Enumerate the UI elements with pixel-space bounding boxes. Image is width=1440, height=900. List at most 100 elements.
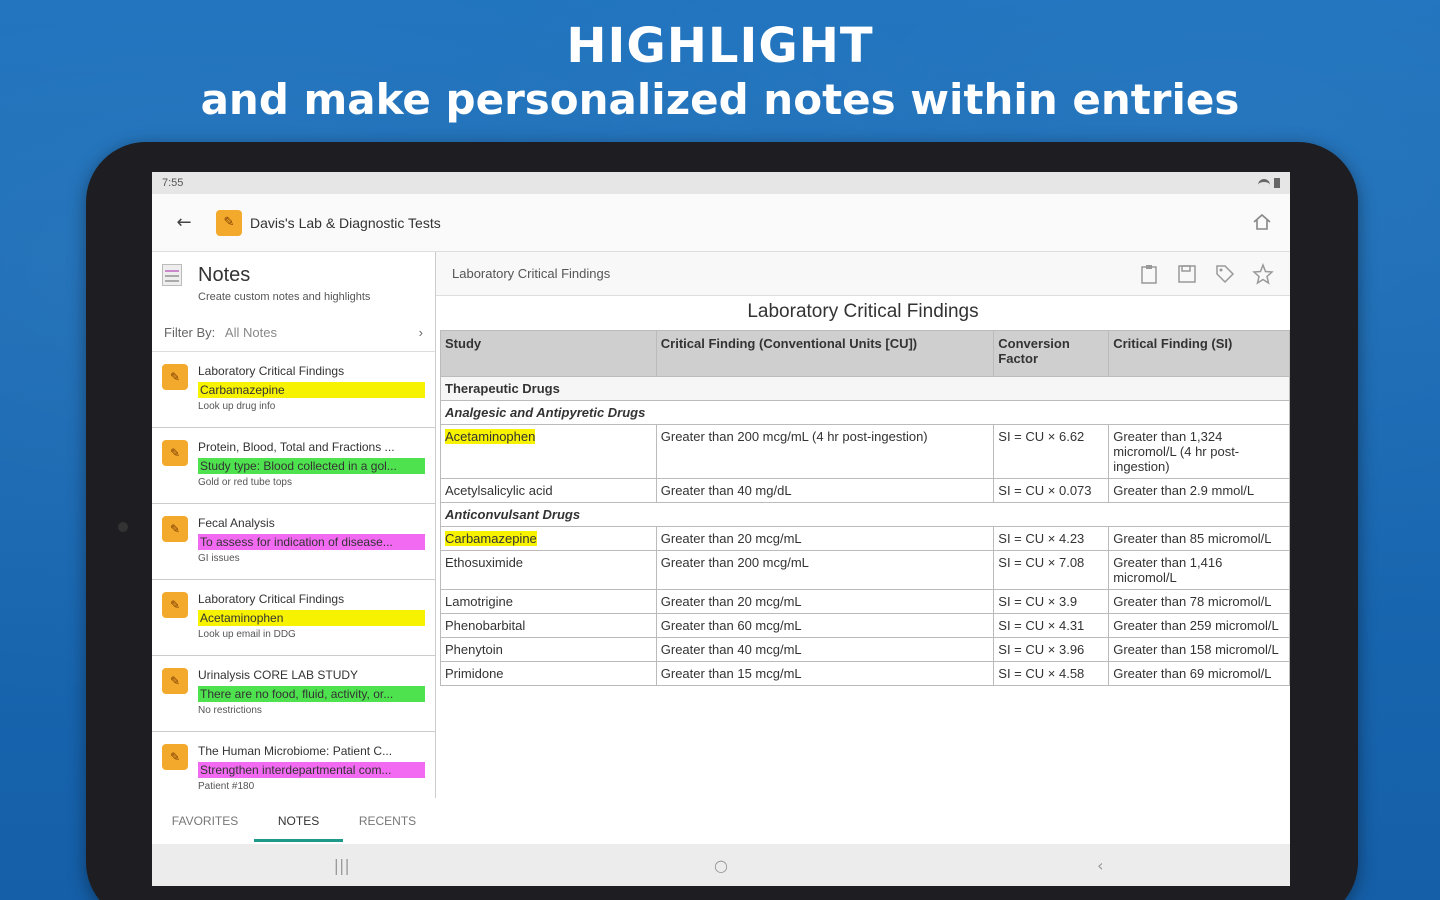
- battery-icon: [1274, 178, 1280, 188]
- note-item[interactable]: ✎ Fecal Analysis To assess for indication …: [152, 504, 435, 580]
- status-time: 7:55: [162, 177, 184, 189]
- table-row[interactable]: Carbamazepine Greater than 20 mcg/mL SI = …: [440, 526, 1290, 551]
- recent-apps-icon[interactable]: |||: [322, 856, 362, 875]
- cell-factor: SI = CU × 4.31: [993, 613, 1110, 638]
- cell-factor-text: SI = CU × 7.08: [998, 555, 1085, 570]
- promo-subheadline: and make personalized notes within entri…: [200, 75, 1240, 124]
- tab-favorites[interactable]: FAVORITES: [168, 806, 242, 836]
- note-item[interactable]: ✎ Protein, Blood, Total and Fractions ...…: [152, 428, 435, 504]
- critical-findings-table: Study Critical Finding (Conventional Uni…: [440, 330, 1290, 686]
- note-item[interactable]: ✎ Laboratory Critical Findings Acetaminoph…: [152, 580, 435, 656]
- tag-icon[interactable]: [1214, 263, 1236, 285]
- tablet-camera: [118, 522, 128, 532]
- entry-panel: Laboratory Critical Findings Laboratory …: [436, 252, 1290, 844]
- cell-cu: Greater than 20 mcg/mL: [655, 526, 995, 551]
- cell-cu-text: Greater than 200 mcg/mL: [660, 555, 809, 570]
- cell-cu: Greater than 15 mcg/mL: [655, 661, 995, 686]
- cell-study: Primidone: [440, 661, 657, 686]
- cell-factor: SI = CU × 4.23: [993, 526, 1110, 551]
- back-arrow-icon[interactable]: ←: [152, 212, 216, 233]
- table-row[interactable]: Primidone Greater than 15 mcg/mL SI = CU ×…: [440, 661, 1290, 686]
- table-row[interactable]: Phenytoin Greater than 40 mcg/mL SI = CU ×…: [440, 637, 1290, 662]
- promo-headline: HIGHLIGHT: [566, 18, 874, 74]
- table-row[interactable]: Ethosuximide Greater than 200 mcg/mL SI = …: [440, 550, 1290, 590]
- app-logo-icon: ✎: [162, 592, 188, 618]
- cell-cu: Greater than 200 mcg/mL (4 hr post-inges…: [655, 424, 995, 479]
- tab-recents[interactable]: RECENTS: [355, 806, 420, 836]
- subsection-row: Anticonvulsant Drugs: [440, 502, 1290, 527]
- note-title: Laboratory Critical Findings: [198, 364, 345, 378]
- table-row[interactable]: Lamotrigine Greater than 20 mcg/mL SI = CU…: [440, 589, 1290, 614]
- table-header-row: Study Critical Finding (Conventional Uni…: [440, 330, 1290, 377]
- wifi-icon: [1258, 178, 1270, 188]
- cell-study: Acetaminophen: [440, 424, 657, 479]
- system-nav-bar: ||| ○ ‹: [152, 844, 1290, 886]
- bottom-tabs: FAVORITES NOTES RECENTS: [152, 798, 436, 844]
- cell-study-text: Ethosuximide: [445, 555, 524, 570]
- table-title: Laboratory Critical Findings: [747, 301, 979, 322]
- note-item[interactable]: ✎ Urinalysis CORE LAB STUDY There are no f…: [152, 656, 435, 732]
- notes-title: Notes: [198, 264, 251, 286]
- cell-si: Greater than 259 micromol/L: [1108, 613, 1290, 638]
- cell-factor: SI = CU × 3.96: [993, 637, 1110, 662]
- cell-cu-text: Greater than 20 mcg/mL: [660, 531, 802, 546]
- subsection-label: Analgesic and Antipyretic Drugs: [440, 400, 1290, 425]
- note-comment: Gold or red tube tops: [198, 477, 292, 488]
- filter-label: Filter By:: [164, 325, 216, 340]
- status-icons: [1258, 178, 1280, 188]
- cell-factor: SI = CU × 4.58: [993, 661, 1110, 686]
- note-comment: GI issues: [198, 553, 240, 564]
- app-title: Davis's Lab & Diagnostic Tests: [250, 214, 441, 231]
- cell-study: Carbamazepine: [440, 526, 657, 551]
- note-item[interactable]: ✎ Laboratory Critical Findings Carbamazepi…: [152, 352, 435, 428]
- filter-row[interactable]: Filter By: All Notes ›: [152, 314, 435, 352]
- back-nav-icon[interactable]: ‹: [1080, 856, 1120, 875]
- cell-cu: Greater than 20 mcg/mL: [655, 589, 995, 614]
- note-comment: No restrictions: [198, 705, 262, 716]
- cell-cu: Greater than 60 mcg/mL: [655, 613, 995, 638]
- cell-cu-text: Greater than 40 mg/dL: [660, 483, 792, 498]
- app-logo-icon: ✎: [162, 440, 188, 466]
- star-icon[interactable]: [1252, 262, 1274, 285]
- note-highlight: Carbamazepine: [198, 382, 425, 398]
- note-comment: Patient #180: [198, 781, 255, 792]
- note-highlight: There are no food, fluid, activity, or..…: [198, 686, 425, 702]
- note-highlight: Study type: Blood collected in a gol...: [198, 458, 425, 474]
- cell-study: Acetylsalicylic acid: [440, 478, 657, 503]
- subsection-row: Analgesic and Antipyretic Drugs: [440, 400, 1290, 425]
- note-comment: Look up drug info: [198, 401, 276, 412]
- cell-factor-text: SI = CU × 4.58: [998, 666, 1085, 681]
- entry-header-title: Laboratory Critical Findings: [452, 266, 611, 281]
- table-row[interactable]: Acetylsalicylic acid Greater than 40 mg/d…: [440, 478, 1290, 503]
- col-cu: Critical Finding (Conventional Units [CU…: [655, 330, 995, 377]
- cell-si-text: Greater than 1,324 micromol/L (4 hr post…: [1113, 429, 1240, 474]
- tab-notes[interactable]: NOTES: [253, 806, 344, 842]
- cell-study-text: Phenobarbital: [445, 618, 526, 633]
- table-row[interactable]: Acetaminophen Greater than 200 mcg/mL (4 …: [440, 424, 1290, 479]
- note-body: Laboratory Critical Findings Acetaminophe…: [198, 588, 425, 655]
- home-button-icon[interactable]: ○: [701, 856, 741, 875]
- cell-si: Greater than 1,324 micromol/L (4 hr post…: [1108, 424, 1290, 479]
- chevron-right-icon: ›: [418, 325, 423, 340]
- cell-cu: Greater than 200 mcg/mL: [655, 550, 995, 590]
- cell-si: Greater than 78 micromol/L: [1108, 589, 1290, 614]
- clipboard-icon[interactable]: [1138, 263, 1160, 285]
- save-icon[interactable]: [1176, 263, 1198, 285]
- cell-cu-text: Greater than 200 mcg/mL (4 hr post-inges…: [660, 429, 928, 444]
- cell-si: Greater than 85 micromol/L: [1108, 526, 1290, 551]
- notes-panel: Notes Create custom notes and highlights…: [152, 252, 436, 844]
- home-icon[interactable]: [1252, 212, 1272, 232]
- cell-si-text: Greater than 2.9 mmol/L: [1113, 483, 1255, 498]
- col-si: Critical Finding (SI): [1108, 330, 1290, 377]
- note-item[interactable]: ✎ The Human Microbiome: Patient C... Stren…: [152, 732, 435, 808]
- table-row[interactable]: Phenobarbital Greater than 60 mcg/mL SI = …: [440, 613, 1290, 638]
- cell-si-text: Greater than 158 micromol/L: [1113, 642, 1279, 657]
- cell-factor: SI = CU × 3.9: [993, 589, 1110, 614]
- notes-header: Notes Create custom notes and highlights: [152, 252, 435, 314]
- entry-header: Laboratory Critical Findings: [436, 252, 1290, 296]
- app-logo-icon: ✎: [162, 364, 188, 390]
- promo-headline-block: HIGHLIGHT and make personalized notes wi…: [0, 18, 1440, 126]
- tablet-screen: 7:55 ← ✎ Davis's Lab & Diagnostic Tests: [152, 172, 1290, 886]
- cell-cu-text: Greater than 20 mcg/mL: [660, 594, 802, 609]
- cell-factor-text: SI = CU × 4.31: [998, 618, 1085, 633]
